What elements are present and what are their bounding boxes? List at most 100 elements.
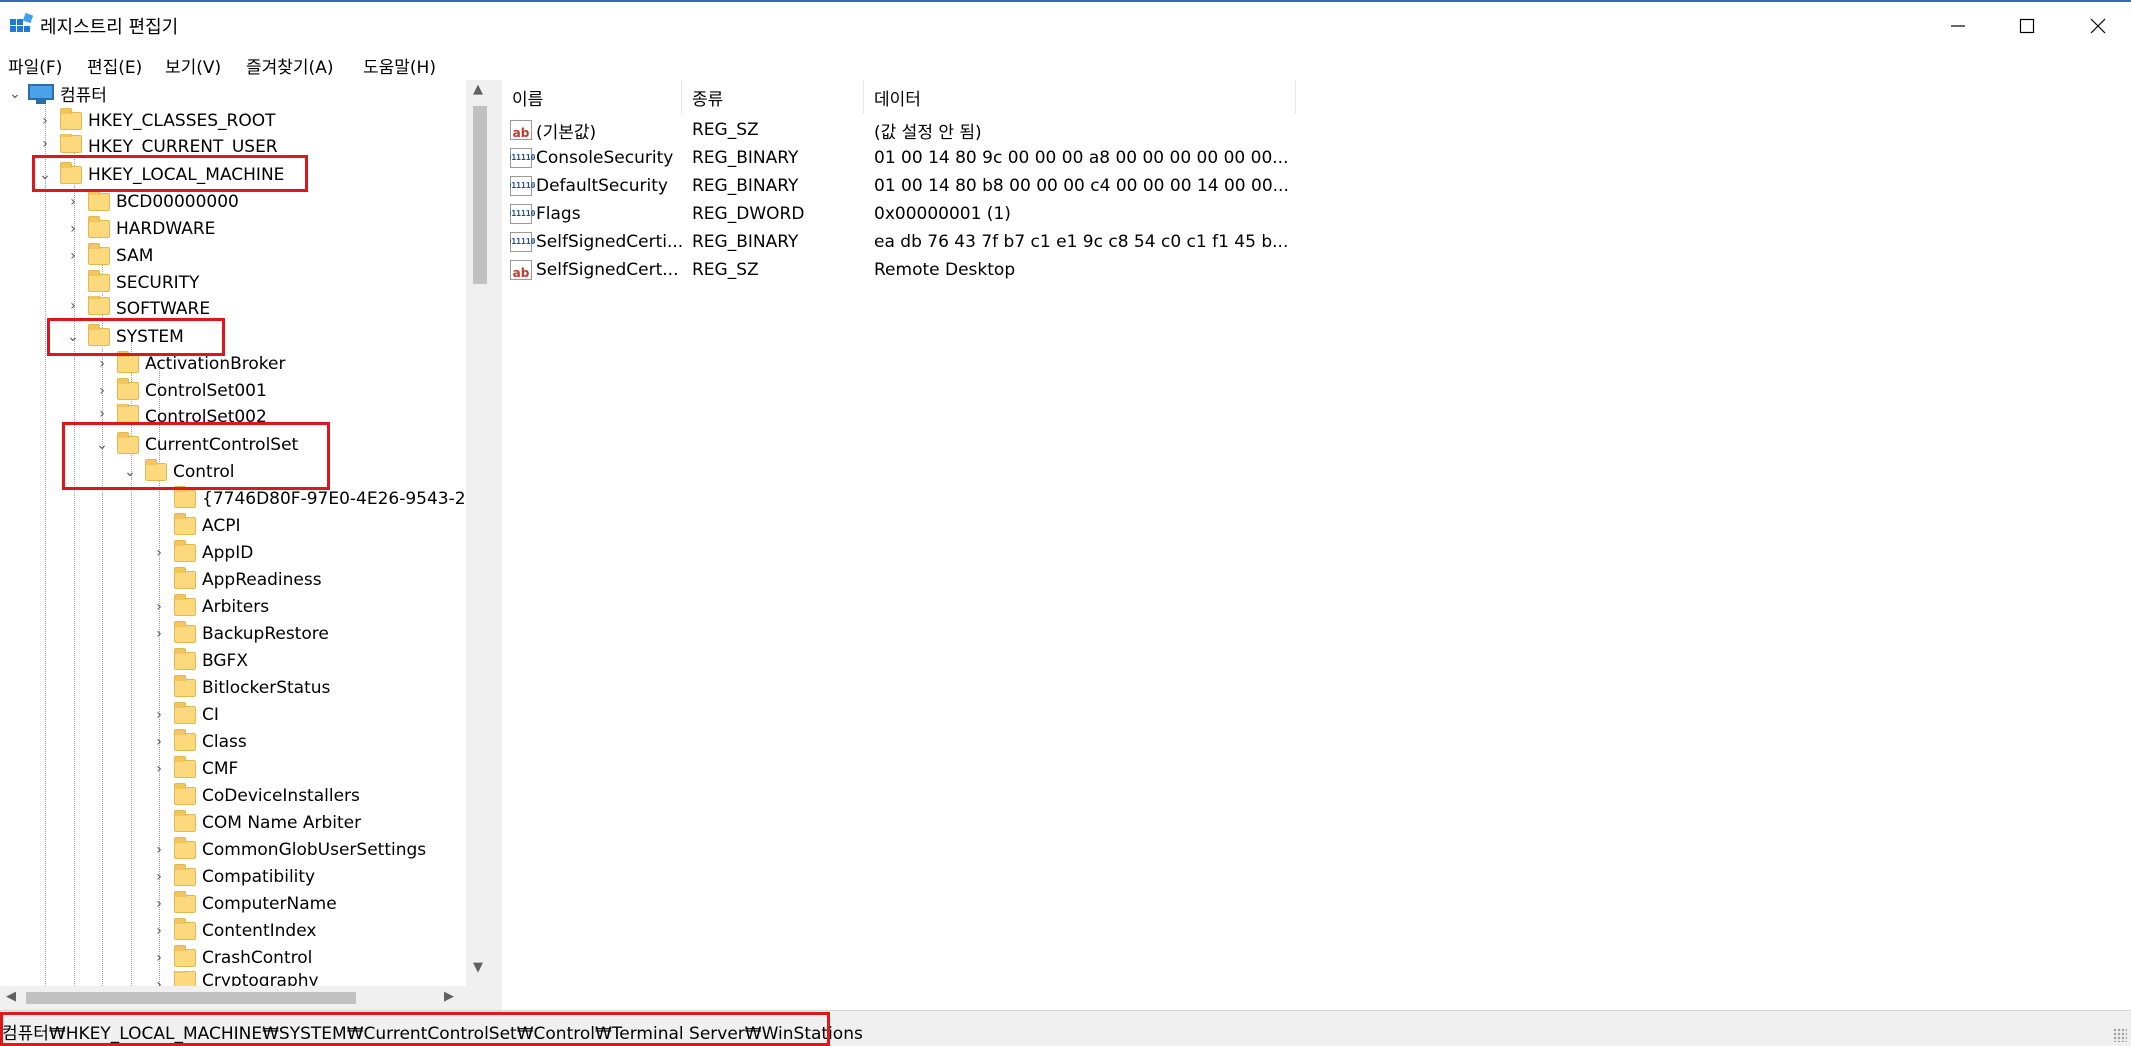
column-header-type[interactable]: 종류 — [682, 80, 864, 114]
menu-help[interactable]: 도움말(H) — [361, 53, 438, 78]
value-row[interactable]: 011110Flags REG_DWORD 0x00000001 (1) — [502, 200, 1402, 228]
tree-node-bgfx[interactable]: BGFX — [150, 647, 248, 674]
expand-icon[interactable]: › — [150, 836, 168, 863]
tree-node-guid[interactable]: {7746D80F-97E0-4E26-9543-2( — [150, 485, 472, 512]
scroll-up-icon[interactable]: ▲ — [473, 82, 483, 97]
scroll-left-icon[interactable]: ◀ — [6, 989, 16, 1004]
collapse-icon[interactable]: ⌄ — [121, 458, 139, 485]
tree-node-hardware[interactable]: › HARDWARE — [64, 215, 215, 242]
tree-node-controlset001[interactable]: › ControlSet001 — [93, 377, 267, 404]
collapse-icon[interactable]: ⌄ — [64, 323, 82, 350]
folder-icon — [88, 269, 110, 292]
tree-node-security[interactable]: SECURITY — [64, 269, 199, 296]
expand-icon[interactable]: › — [93, 404, 111, 424]
tree-node-com-name-arbiter[interactable]: COM Name Arbiter — [150, 809, 361, 836]
tree-node-label: HARDWARE — [116, 218, 216, 239]
value-type: REG_DWORD — [692, 204, 805, 224]
collapse-icon[interactable]: ⌄ — [36, 161, 54, 188]
tree-node-acpi[interactable]: ACPI — [150, 512, 240, 539]
tree-node-appid[interactable]: › AppID — [150, 539, 253, 566]
tree-node-label: ComputerName — [202, 893, 337, 914]
expand-icon[interactable]: › — [150, 620, 168, 647]
column-header-data[interactable]: 데이터 — [864, 80, 1296, 114]
close-button[interactable] — [2066, 8, 2130, 44]
tree-node-crashcontrol[interactable]: › CrashControl — [150, 944, 312, 971]
collapse-icon[interactable]: ⌄ — [6, 80, 24, 107]
tree-node-sam[interactable]: › SAM — [64, 242, 153, 269]
tree-node-appreadiness[interactable]: AppReadiness — [150, 566, 322, 593]
tree-node-contentindex[interactable]: › ContentIndex — [150, 917, 316, 944]
menu-edit[interactable]: 편집(E) — [85, 53, 144, 78]
tree-vertical-scrollbar[interactable]: ▲ ▼ — [466, 80, 494, 986]
tree-horizontal-scrollbar[interactable]: ◀ ▶ — [0, 986, 466, 1010]
value-row[interactable]: 011110SelfSignedCerti... REG_BINARY ea d… — [502, 228, 1402, 256]
tree-node-class[interactable]: › Class — [150, 728, 247, 755]
tree-node-compatibility[interactable]: › Compatibility — [150, 863, 315, 890]
resize-grip[interactable] — [2113, 1028, 2127, 1042]
maximize-button[interactable] — [1995, 8, 2059, 44]
tree-node-label: BitlockerStatus — [202, 677, 331, 698]
column-header-name[interactable]: 이름 — [502, 80, 682, 114]
tree-node-computername[interactable]: › ComputerName — [150, 890, 337, 917]
menu-view[interactable]: 보기(V) — [163, 53, 223, 78]
expand-icon[interactable]: › — [150, 971, 168, 987]
scroll-thumb[interactable] — [26, 992, 356, 1004]
expand-icon[interactable]: › — [150, 917, 168, 944]
expand-icon[interactable]: › — [93, 377, 111, 404]
expand-icon[interactable]: › — [36, 134, 54, 154]
expand-icon[interactable]: › — [64, 296, 82, 316]
menu-file[interactable]: 파일(F) — [6, 53, 64, 78]
value-name: DefaultSecurity — [536, 176, 668, 196]
expand-icon[interactable]: › — [150, 728, 168, 755]
menu-favorites[interactable]: 즐겨찾기(A) — [244, 53, 335, 78]
tree-node-cmf[interactable]: › CMF — [150, 755, 238, 782]
expand-icon[interactable]: › — [93, 350, 111, 377]
expand-icon[interactable]: › — [64, 242, 82, 269]
tree-node-bitlockerstatus[interactable]: BitlockerStatus — [150, 674, 330, 701]
pane-splitter[interactable] — [494, 80, 502, 1010]
tree-node-ci[interactable]: › CI — [150, 701, 219, 728]
status-bar: 컴퓨터₩HKEY_LOCAL_MACHINE₩SYSTEM₩CurrentCon… — [0, 1010, 2131, 1046]
tree-node-cryptography[interactable]: › Cryptography — [150, 971, 319, 986]
tree-node-bcd[interactable]: › BCD00000000 — [64, 188, 239, 215]
tree-node-hkcr[interactable]: › HKEY_CLASSES_ROOT — [36, 107, 276, 134]
tree-node-controlset002[interactable]: › ControlSet002 — [93, 404, 267, 424]
expand-icon[interactable]: › — [150, 593, 168, 620]
expand-icon[interactable]: › — [150, 539, 168, 566]
expand-icon[interactable]: › — [150, 890, 168, 917]
expand-icon[interactable]: › — [64, 215, 82, 242]
value-row[interactable]: ab SelfSignedCert... REG_SZ Remote Deskto… — [502, 256, 1402, 284]
scroll-thumb[interactable] — [473, 106, 487, 284]
collapse-icon[interactable]: ⌄ — [93, 431, 111, 458]
expand-icon[interactable]: › — [150, 755, 168, 782]
minimize-button[interactable] — [1926, 8, 1990, 44]
expand-icon[interactable]: › — [36, 107, 54, 134]
value-row[interactable]: 011110DefaultSecurity REG_BINARY 01 00 1… — [502, 172, 1402, 200]
tree-node-arbiters[interactable]: › Arbiters — [150, 593, 269, 620]
tree-node-backuprestore[interactable]: › BackupRestore — [150, 620, 329, 647]
tree-node-hkcu[interactable]: › HKEY_CURRENT_USER — [36, 134, 278, 154]
expand-icon[interactable]: › — [64, 188, 82, 215]
binary-value-icon: 011110 — [510, 148, 535, 168]
tree-node-computer[interactable]: ⌄ 컴퓨터 — [6, 80, 107, 107]
scroll-right-icon[interactable]: ▶ — [444, 989, 454, 1004]
tree-node-software[interactable]: › SOFTWARE — [64, 296, 210, 316]
value-type: REG_SZ — [692, 120, 759, 140]
tree-node-currentcontrolset[interactable]: ⌄ CurrentControlSet — [93, 431, 298, 458]
key-tree[interactable]: ⌄ 컴퓨터 › HKEY_CLASSES_ROOT › HKEY_CURRENT… — [0, 80, 494, 1010]
tree-node-hklm[interactable]: ⌄ HKEY_LOCAL_MACHINE — [36, 161, 284, 188]
tree-node-system[interactable]: ⌄ SYSTEM — [64, 323, 184, 350]
expand-icon[interactable]: › — [150, 863, 168, 890]
tree-node-codeviceinstallers[interactable]: CoDeviceInstallers — [150, 782, 360, 809]
expand-icon[interactable]: › — [150, 701, 168, 728]
value-data: 0x00000001 (1) — [874, 204, 1011, 224]
tree-node-label: Arbiters — [202, 596, 270, 617]
tree-node-control[interactable]: ⌄ Control — [121, 458, 234, 485]
value-list[interactable]: 이름 종류 데이터 ab(기본값) REG_SZ (값 설정 안 됨) 0111… — [502, 80, 2131, 1010]
tree-node-activationbroker[interactable]: › ActivationBroker — [93, 350, 285, 377]
tree-node-commonglobusersettings[interactable]: › CommonGlobUserSettings — [150, 836, 426, 863]
value-row[interactable]: ab (기본값) REG_SZ (값 설정 안 됨) — [502, 116, 1402, 144]
value-row[interactable]: 011110ConsoleSecurity REG_BINARY 01 00 1… — [502, 144, 1402, 172]
scroll-down-icon[interactable]: ▼ — [473, 960, 483, 975]
expand-icon[interactable]: › — [150, 944, 168, 971]
